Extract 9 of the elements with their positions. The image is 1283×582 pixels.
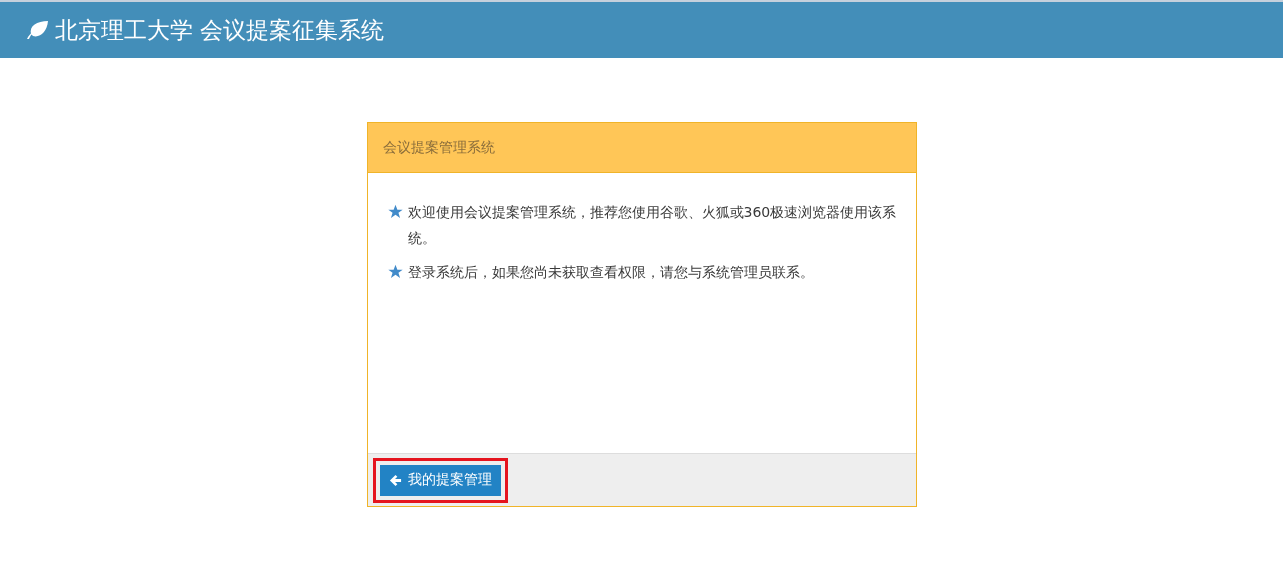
notice-text: 欢迎使用会议提案管理系统，推荐您使用谷歌、火狐或360极速浏览器使用该系统。 xyxy=(407,203,898,248)
leaf-icon xyxy=(25,20,49,40)
star-icon xyxy=(387,204,403,219)
notice-text: 登录系统后，如果您尚未获取查看权限，请您与系统管理员联系。 xyxy=(407,263,814,282)
star-icon xyxy=(387,264,403,279)
my-proposals-button[interactable]: 我的提案管理 xyxy=(379,464,501,496)
arrow-left-icon xyxy=(388,473,402,487)
panel-heading: 会议提案管理系统 xyxy=(367,123,916,173)
site-title: 北京理工大学 会议提案征集系统 xyxy=(55,15,385,45)
